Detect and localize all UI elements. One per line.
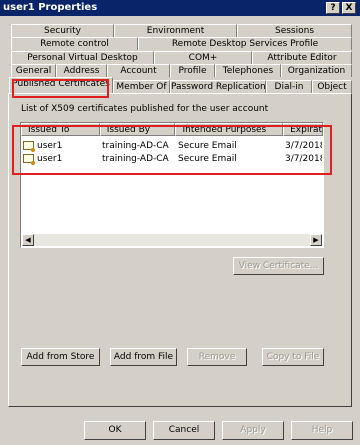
tab-remote-control[interactable]: Remote control [11,37,138,50]
tab-organization[interactable]: Organization [281,64,352,77]
cancel-button[interactable]: Cancel [153,421,215,440]
tab-account[interactable]: Account [107,64,170,77]
apply-button[interactable]: Apply [222,421,284,440]
tab-general[interactable]: General [11,64,56,77]
tab-password-replication[interactable]: Password Replication [170,80,266,93]
close-button[interactable]: X [342,2,356,14]
cell-expiration: 3/7/2018 [285,154,322,164]
list-header: Issued To Issued By Intended Purposes Ex… [21,123,323,136]
panel-description: List of X509 certificates published for … [21,104,269,114]
tab-remote-desktop-services-profile[interactable]: Remote Desktop Services Profile [138,37,352,50]
ok-button[interactable]: OK [84,421,146,440]
scroll-left-icon[interactable]: ◀ [22,234,34,246]
title-bar: user1 Properties ? X [0,0,360,16]
issued-to-text: user1 [37,154,63,164]
tab-profile[interactable]: Profile [170,64,215,77]
certificate-list[interactable]: Issued To Issued By Intended Purposes Ex… [20,122,324,248]
cell-issued-to: user1 [23,140,102,153]
certificate-icon [23,141,35,152]
tab-sessions[interactable]: Sessions [237,24,352,37]
column-expiration[interactable]: Expiration [283,123,323,136]
help-button[interactable]: ? [326,2,340,14]
horizontal-scrollbar[interactable]: ◀ ▶ [22,234,322,246]
tab-environment[interactable]: Environment [114,24,237,37]
add-from-store-button[interactable]: Add from Store [21,348,100,366]
column-intended-purposes[interactable]: Intended Purposes [175,123,284,136]
list-item[interactable]: user1 training-AD-CA Secure Email 3/7/20… [23,153,322,166]
tab-address[interactable]: Address [56,64,107,77]
copy-to-file-button[interactable]: Copy to File [262,348,324,366]
view-certificate-button[interactable]: View Certificate... [233,257,324,275]
tab-telephones[interactable]: Telephones [215,64,281,77]
cell-expiration: 3/7/2018 [285,141,322,151]
window-title: user1 Properties [3,2,98,13]
tab-member-of[interactable]: Member Of [113,80,170,93]
tab-attribute-editor[interactable]: Attribute Editor [252,51,352,64]
cell-purpose: Secure Email [178,154,237,164]
list-item[interactable]: user1 training-AD-CA Secure Email 3/7/20… [23,140,322,153]
scroll-right-icon[interactable]: ▶ [310,234,322,246]
help-footer-button[interactable]: Help [291,421,353,440]
tab-security[interactable]: Security [11,24,114,37]
cell-issued-by: training-AD-CA [102,154,169,164]
tab-published-certificates[interactable]: Published Certificates [9,77,113,93]
cell-issued-by: training-AD-CA [102,141,169,151]
tab-dial-in[interactable]: Dial-in [266,80,312,93]
column-issued-by[interactable]: Issued By [99,123,176,136]
cell-purpose: Secure Email [178,141,237,151]
tab-com-plus[interactable]: COM+ [154,51,252,64]
column-issued-to[interactable]: Issued To [21,123,100,136]
tab-personal-virtual-desktop[interactable]: Personal Virtual Desktop [11,51,154,64]
add-from-file-button[interactable]: Add from File [110,348,177,366]
issued-to-text: user1 [37,141,63,151]
remove-button[interactable]: Remove [187,348,247,366]
tab-object[interactable]: Object [312,80,352,93]
certificate-icon [23,154,35,165]
cell-issued-to: user1 [23,153,102,166]
scroll-track[interactable] [34,234,310,246]
